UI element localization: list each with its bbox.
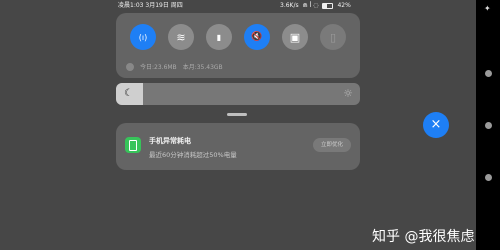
- moon-icon: ☾: [124, 88, 133, 99]
- screen-cast-toggle[interactable]: ▣: [282, 24, 308, 50]
- notification-title: 手机异常耗电: [149, 137, 191, 145]
- flashlight-toggle[interactable]: ▮: [206, 24, 232, 50]
- quick-settings-tiles: (ı) ≋ ▮ 🔇 ▣ ▯: [130, 24, 346, 50]
- status-right-cluster: 3.6K/s ⋒ ꟾ ◌ 42%: [280, 0, 351, 11]
- today-usage: 今日:23.6MB: [140, 64, 177, 71]
- notification-card[interactable]: 手机异常耗电 最近60分钟消耗超过50%电量 立即优化: [116, 123, 360, 170]
- home-button[interactable]: [485, 122, 492, 129]
- network-speed: 3.6K/s: [280, 2, 299, 9]
- recents-button[interactable]: [485, 174, 492, 181]
- close-icon: ×: [430, 117, 442, 132]
- battery-percent: 42%: [337, 2, 351, 9]
- mobile-data-icon: (ı): [138, 32, 148, 42]
- mute-toggle[interactable]: 🔇: [244, 24, 270, 50]
- wifi-icon: ≋: [176, 30, 186, 44]
- data-usage-icon: [126, 62, 134, 71]
- mute-icon: 🔇: [251, 32, 263, 42]
- sim-toggle[interactable]: ▯: [320, 24, 346, 50]
- flashlight-icon: ▮: [216, 32, 222, 42]
- back-button[interactable]: [485, 70, 492, 77]
- watermark: 知乎 @我很焦虑: [372, 229, 475, 245]
- wifi-toggle[interactable]: ≋: [168, 24, 194, 50]
- clear-notifications-button[interactable]: ×: [423, 112, 449, 138]
- status-time-date: 凌晨1:03 3月19日 周四: [118, 2, 183, 9]
- month-usage: 本月:35.43GB: [182, 64, 223, 71]
- mobile-data-toggle[interactable]: (ı): [130, 24, 156, 50]
- data-usage-row: 今日:23.6MB 本月:35.43GB: [126, 62, 223, 71]
- optimize-now-button[interactable]: 立即优化: [313, 138, 351, 152]
- sun-icon: ☼: [343, 87, 353, 100]
- screen-cast-icon: ▣: [289, 30, 301, 44]
- status-bar: 凌晨1:03 3月19日 周四 3.6K/s ⋒ ꟾ ◌ 42%: [0, 0, 500, 11]
- sim-icon: ▯: [329, 30, 337, 44]
- brightness-slider[interactable]: ☾ ☼: [116, 83, 360, 105]
- battery-icon: [322, 2, 334, 9]
- navigation-bar: ✦: [476, 0, 500, 250]
- notification-body: 最近60分钟消耗超过50%电量: [149, 151, 237, 159]
- battery-alert-icon: [125, 137, 141, 153]
- quick-settings-panel: (ı) ≋ ▮ 🔇 ▣ ▯ 今日:23.6MB 本月:35.43GB: [116, 13, 360, 78]
- signal-icons: ⋒ ꟾ ◌: [302, 2, 319, 9]
- drag-handle[interactable]: [227, 113, 247, 116]
- accessibility-icon[interactable]: ✦: [484, 4, 491, 13]
- battery-glyph: [129, 139, 137, 151]
